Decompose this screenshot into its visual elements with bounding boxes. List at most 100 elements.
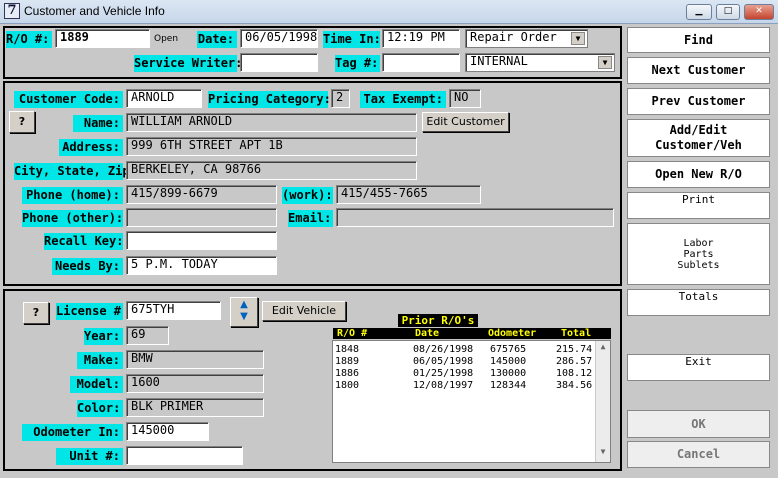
cancel-button[interactable]: Cancel (627, 441, 770, 468)
odometer-in-field[interactable]: 145000 (126, 422, 209, 441)
triangle-down-icon[interactable]: ▼ (231, 311, 257, 323)
open-new-ro-button[interactable]: Open New R/O (627, 161, 770, 188)
title-bar: 7 Customer and Vehicle Info ▁ □ ✕ (0, 0, 778, 24)
ro-type-value: Repair Order (470, 30, 557, 44)
prev-customer-button[interactable]: Prev Customer (627, 88, 770, 115)
address-label: Address: (59, 139, 123, 156)
chevron-down-icon[interactable]: ▼ (598, 56, 612, 69)
cell-odometer: 130000 (490, 368, 527, 379)
cell-odometer: 128344 (490, 380, 527, 391)
cell-ro: 1886 (335, 368, 360, 379)
cell-ro: 1848 (335, 344, 360, 355)
needs-by-field[interactable]: 5 P.M. TODAY (126, 256, 277, 275)
table-row[interactable]: 1886 01/25/1998 130000 108.12 (333, 368, 595, 380)
tax-exempt-field: NO (449, 89, 481, 108)
time-in-field[interactable]: 12:19 PM (382, 29, 460, 48)
cell-odometer: 675765 (490, 344, 527, 355)
find-button[interactable]: Find (627, 27, 770, 53)
date-field[interactable]: 06/05/1998 (240, 29, 318, 48)
minimize-button[interactable]: ▁ (686, 4, 712, 20)
window-title: Customer and Vehicle Info (24, 4, 165, 18)
add-edit-customer-button[interactable]: Add/Edit Customer/Veh (627, 119, 770, 157)
customer-help-button[interactable]: ? (9, 111, 35, 133)
col-date: Date (415, 328, 440, 339)
table-row[interactable]: 1848 08/26/1998 675765 215.74 (333, 344, 595, 356)
edit-customer-button[interactable]: Edit Customer (422, 112, 509, 132)
exit-button[interactable]: Exit (627, 354, 770, 381)
table-row[interactable]: 1800 12/08/1997 128344 384.56 (333, 380, 595, 392)
tax-exempt-label: Tax Exempt: (360, 91, 446, 108)
scrollbar[interactable]: ▲ ▼ (595, 341, 610, 462)
cell-date: 12/08/1997 (413, 380, 474, 391)
close-button[interactable]: ✕ (744, 4, 774, 20)
unit-label: Unit #: (56, 448, 123, 465)
year-label: Year: (84, 328, 123, 345)
cell-total: 286.57 (556, 356, 593, 367)
odometer-in-label: Odometer In: (22, 424, 123, 441)
model-label: Model: (70, 376, 123, 393)
color-field: BLK PRIMER (126, 398, 264, 417)
next-customer-button[interactable]: Next Customer (627, 57, 770, 84)
recall-key-label: Recall Key: (44, 233, 124, 250)
tag-field[interactable] (382, 53, 460, 72)
labor-parts-sublets-button[interactable]: Labor Parts Sublets (627, 223, 770, 285)
vehicle-help-button[interactable]: ? (23, 302, 49, 324)
app-icon: 7 (4, 3, 20, 19)
prior-ro-title: Prior R/O's (398, 314, 478, 327)
phone-home-field: 415/899-6679 (126, 185, 277, 204)
license-field[interactable]: 675TYH (126, 301, 221, 320)
address-field: 999 6TH STREET APT 1B (126, 137, 417, 156)
phone-other-field (126, 208, 277, 227)
scroll-up-icon[interactable]: ▲ (597, 342, 609, 354)
cell-total: 108.12 (556, 368, 593, 379)
city-state-zip-label: City, State, Zip: (14, 163, 137, 180)
year-field: 69 (126, 326, 169, 345)
make-field: BMW (126, 350, 264, 369)
prior-ro-header: R/O # Date Odometer Total (333, 328, 611, 339)
phone-home-label: Phone (home): (22, 187, 123, 204)
work-phone-label: (work): (282, 187, 333, 204)
account-select[interactable]: INTERNAL ▼ (465, 53, 615, 72)
model-field: 1600 (126, 374, 264, 393)
table-row[interactable]: 1889 06/05/1998 145000 286.57 (333, 356, 595, 368)
cell-total: 384.56 (556, 380, 593, 391)
city-state-zip-field: BERKELEY, CA 98766 (126, 161, 417, 180)
license-label: License # (56, 303, 123, 320)
vehicle-scroll-stepper[interactable]: ▲ ▼ (230, 297, 258, 327)
email-label: Email: (288, 210, 333, 227)
customer-code-field[interactable]: ARNOLD (126, 89, 202, 108)
sublets-label: Sublets (677, 260, 720, 271)
account-value: INTERNAL (470, 54, 528, 68)
add-edit-line1: Add/Edit (669, 123, 728, 137)
pricing-category-label: Pricing Category: (208, 91, 331, 108)
ok-button[interactable]: OK (627, 410, 770, 438)
totals-button[interactable]: Totals (627, 289, 770, 316)
cell-ro: 1889 (335, 356, 360, 367)
date-label: Date: (197, 31, 237, 48)
edit-vehicle-button[interactable]: Edit Vehicle (262, 301, 346, 321)
customer-panel (3, 81, 622, 286)
recall-key-field[interactable] (126, 231, 277, 250)
unit-field[interactable] (126, 446, 243, 465)
add-edit-line2: Customer/Veh (655, 138, 742, 152)
service-writer-field[interactable] (240, 53, 318, 72)
work-phone-field: 415/455-7665 (336, 185, 481, 204)
pricing-category-field: 2 (331, 89, 350, 108)
tag-label: Tag #: (335, 55, 380, 72)
prior-ro-list[interactable]: 1848 08/26/1998 675765 215.74 1889 06/05/199… (332, 340, 611, 463)
cell-total: 215.74 (556, 344, 593, 355)
cell-date: 08/26/1998 (413, 344, 474, 355)
scroll-down-icon[interactable]: ▼ (597, 447, 609, 459)
service-writer-label: Service Writer: (134, 55, 243, 72)
cell-date: 06/05/1998 (413, 356, 474, 367)
print-button[interactable]: Print (627, 192, 770, 219)
triangle-up-icon[interactable]: ▲ (231, 299, 257, 311)
color-label: Color: (77, 400, 123, 417)
maximize-button[interactable]: □ (716, 4, 740, 20)
cell-odometer: 145000 (490, 356, 527, 367)
ro-type-select[interactable]: Repair Order ▼ (465, 29, 588, 48)
parts-label: Parts (683, 249, 714, 260)
chevron-down-icon[interactable]: ▼ (571, 32, 585, 45)
name-label: Name: (73, 115, 123, 132)
ro-number-field[interactable]: 1889 (55, 29, 150, 48)
